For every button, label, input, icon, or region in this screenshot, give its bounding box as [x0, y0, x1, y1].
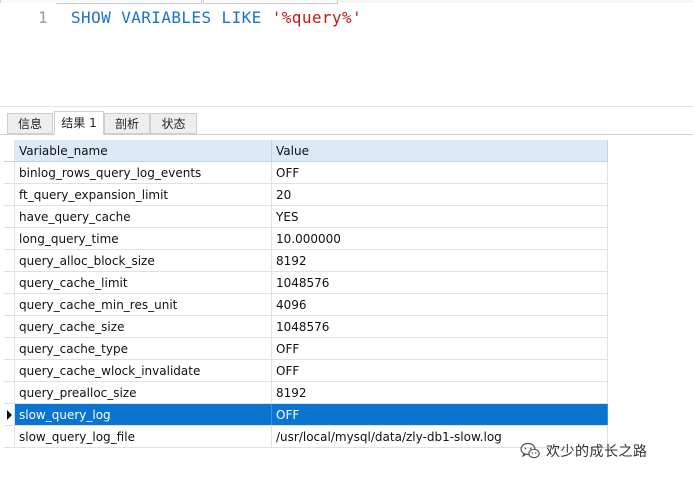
- cell-variable-name[interactable]: query_cache_type: [14, 337, 272, 360]
- column-header-value[interactable]: Value: [271, 140, 608, 162]
- row-header[interactable]: [4, 381, 15, 404]
- sql-editor[interactable]: 1 SHOW VARIABLES LIKE '%query%': [0, 0, 693, 107]
- cell-value[interactable]: OFF: [271, 161, 608, 184]
- cell-value[interactable]: OFF: [271, 337, 608, 360]
- sql-keyword-variables: VARIABLES: [121, 8, 212, 27]
- cell-variable-name[interactable]: have_query_cache: [14, 205, 272, 228]
- cell-variable-name[interactable]: query_prealloc_size: [14, 381, 272, 404]
- cell-value[interactable]: 20: [271, 183, 608, 206]
- cell-variable-name[interactable]: ft_query_expansion_limit: [14, 183, 272, 206]
- tab-result-1[interactable]: 结果 1: [54, 111, 104, 135]
- cell-variable-name[interactable]: binlog_rows_query_log_events: [14, 161, 272, 184]
- row-header[interactable]: [4, 249, 15, 272]
- line-number: 1: [38, 8, 48, 27]
- row-header[interactable]: [4, 425, 15, 448]
- cell-value[interactable]: 1048576: [271, 315, 608, 338]
- table-row[interactable]: long_query_time 10.000000: [4, 227, 608, 250]
- result-grid: Variable_name Value binlog_rows_query_lo…: [4, 140, 608, 448]
- cell-variable-name[interactable]: query_cache_size: [14, 315, 272, 338]
- cell-value[interactable]: OFF: [271, 403, 608, 426]
- cell-variable-name[interactable]: query_alloc_block_size: [14, 249, 272, 272]
- cell-value[interactable]: YES: [271, 205, 608, 228]
- cell-value[interactable]: 8192: [271, 381, 608, 404]
- tab-profile[interactable]: 剖析: [104, 113, 150, 134]
- cell-value[interactable]: 1048576: [271, 271, 608, 294]
- cell-value[interactable]: OFF: [271, 359, 608, 382]
- cell-value[interactable]: 10.000000: [271, 227, 608, 250]
- result-grid-area: Variable_name Value binlog_rows_query_lo…: [0, 135, 693, 480]
- table-row[interactable]: query_prealloc_size 8192: [4, 381, 608, 404]
- editor-top-strip: [0, 0, 693, 4]
- row-header[interactable]: [4, 271, 15, 294]
- cell-variable-name[interactable]: slow_query_log_file: [14, 425, 272, 448]
- row-header[interactable]: [4, 161, 15, 184]
- row-header-corner: [4, 140, 15, 162]
- row-header[interactable]: [4, 183, 15, 206]
- table-row[interactable]: query_cache_wlock_invalidate OFF: [4, 359, 608, 382]
- table-row[interactable]: query_cache_limit 1048576: [4, 271, 608, 294]
- watermark: 欢少的成长之路: [520, 442, 648, 460]
- cell-variable-name[interactable]: query_cache_wlock_invalidate: [14, 359, 272, 382]
- row-header-current[interactable]: [4, 403, 15, 426]
- row-header[interactable]: [4, 293, 15, 316]
- row-header[interactable]: [4, 205, 15, 228]
- row-header[interactable]: [4, 337, 15, 360]
- cell-variable-name[interactable]: query_cache_limit: [14, 271, 272, 294]
- column-header-variable-name[interactable]: Variable_name: [14, 140, 272, 162]
- table-row[interactable]: query_cache_type OFF: [4, 337, 608, 360]
- sql-keyword-show: SHOW: [71, 8, 112, 27]
- tab-info[interactable]: 信息: [7, 113, 53, 134]
- cell-value[interactable]: 8192: [271, 249, 608, 272]
- tab-status[interactable]: 状态: [150, 113, 197, 134]
- cell-value[interactable]: 4096: [271, 293, 608, 316]
- grid-header-row: Variable_name Value: [4, 140, 608, 162]
- table-row[interactable]: ft_query_expansion_limit 20: [4, 183, 608, 206]
- cell-variable-name[interactable]: slow_query_log: [14, 403, 272, 426]
- cell-variable-name[interactable]: long_query_time: [14, 227, 272, 250]
- cell-variable-name[interactable]: query_cache_min_res_unit: [14, 293, 272, 316]
- wechat-icon: [520, 442, 540, 459]
- row-header[interactable]: [4, 359, 15, 382]
- watermark-text: 欢少的成长之路: [546, 444, 648, 460]
- row-header[interactable]: [4, 227, 15, 250]
- row-header[interactable]: [4, 315, 15, 338]
- table-row[interactable]: query_alloc_block_size 8192: [4, 249, 608, 272]
- table-row[interactable]: slow_query_log_file /usr/local/mysql/dat…: [4, 425, 608, 448]
- table-row[interactable]: query_cache_min_res_unit 4096: [4, 293, 608, 316]
- table-row[interactable]: query_cache_size 1048576: [4, 315, 608, 338]
- table-row[interactable]: binlog_rows_query_log_events OFF: [4, 161, 608, 184]
- current-row-arrow-icon: [7, 410, 12, 420]
- table-row-selected[interactable]: slow_query_log OFF: [4, 403, 608, 426]
- table-row[interactable]: have_query_cache YES: [4, 205, 608, 228]
- sql-keyword-like: LIKE: [221, 8, 262, 27]
- sql-code-line[interactable]: SHOW VARIABLES LIKE '%query%': [71, 8, 362, 27]
- sql-string-literal: '%query%': [271, 8, 363, 27]
- result-tab-bar: 信息 结果 1 剖析 状态: [0, 111, 693, 135]
- query-tab-edge[interactable]: [203, 0, 338, 4]
